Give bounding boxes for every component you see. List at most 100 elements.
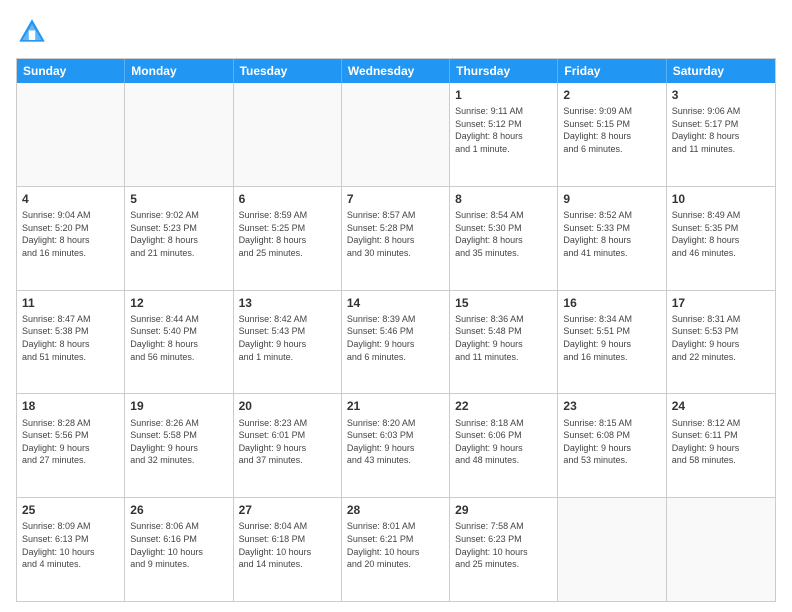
calendar-cell bbox=[125, 83, 233, 186]
calendar-cell: 16 Sunrise: 8:34 AM Sunset: 5:51 PM Dayli… bbox=[558, 291, 666, 394]
cell-info: Sunrise: 8:31 AM Sunset: 5:53 PM Dayligh… bbox=[672, 313, 770, 363]
logo bbox=[16, 16, 52, 48]
cell-info: Sunrise: 8:04 AM Sunset: 6:18 PM Dayligh… bbox=[239, 520, 336, 570]
calendar-row-5: 25 Sunrise: 8:09 AM Sunset: 6:13 PM Dayli… bbox=[17, 497, 775, 601]
cell-info: Sunrise: 9:02 AM Sunset: 5:23 PM Dayligh… bbox=[130, 209, 227, 259]
day-number: 6 bbox=[239, 191, 336, 207]
cell-info: Sunrise: 8:47 AM Sunset: 5:38 PM Dayligh… bbox=[22, 313, 119, 363]
calendar-cell: 14 Sunrise: 8:39 AM Sunset: 5:46 PM Dayli… bbox=[342, 291, 450, 394]
day-number: 13 bbox=[239, 295, 336, 311]
calendar-cell: 18 Sunrise: 8:28 AM Sunset: 5:56 PM Dayli… bbox=[17, 394, 125, 497]
day-number: 15 bbox=[455, 295, 552, 311]
day-number: 22 bbox=[455, 398, 552, 414]
calendar-cell: 26 Sunrise: 8:06 AM Sunset: 6:16 PM Dayli… bbox=[125, 498, 233, 601]
header-day-monday: Monday bbox=[125, 59, 233, 83]
day-number: 10 bbox=[672, 191, 770, 207]
cell-info: Sunrise: 8:28 AM Sunset: 5:56 PM Dayligh… bbox=[22, 417, 119, 467]
cell-info: Sunrise: 9:04 AM Sunset: 5:20 PM Dayligh… bbox=[22, 209, 119, 259]
day-number: 5 bbox=[130, 191, 227, 207]
calendar-cell: 4Sunrise: 9:04 AM Sunset: 5:20 PM Daylig… bbox=[17, 187, 125, 290]
calendar-cell: 5 Sunrise: 9:02 AM Sunset: 5:23 PM Daylig… bbox=[125, 187, 233, 290]
cell-info: Sunrise: 8:23 AM Sunset: 6:01 PM Dayligh… bbox=[239, 417, 336, 467]
calendar-cell: 10 Sunrise: 8:49 AM Sunset: 5:35 PM Dayli… bbox=[667, 187, 775, 290]
day-number: 14 bbox=[347, 295, 444, 311]
day-number: 29 bbox=[455, 502, 552, 518]
day-number: 7 bbox=[347, 191, 444, 207]
calendar-cell bbox=[342, 83, 450, 186]
cell-info: Sunrise: 8:12 AM Sunset: 6:11 PM Dayligh… bbox=[672, 417, 770, 467]
header-day-wednesday: Wednesday bbox=[342, 59, 450, 83]
day-number: 12 bbox=[130, 295, 227, 311]
header-day-friday: Friday bbox=[558, 59, 666, 83]
day-number: 8 bbox=[455, 191, 552, 207]
cell-info: Sunrise: 7:58 AM Sunset: 6:23 PM Dayligh… bbox=[455, 520, 552, 570]
logo-icon bbox=[16, 16, 48, 48]
cell-info: Sunrise: 8:54 AM Sunset: 5:30 PM Dayligh… bbox=[455, 209, 552, 259]
day-number: 18 bbox=[22, 398, 119, 414]
calendar-cell: 22Sunrise: 8:18 AM Sunset: 6:06 PM Dayli… bbox=[450, 394, 558, 497]
day-number: 24 bbox=[672, 398, 770, 414]
calendar-cell: 9 Sunrise: 8:52 AM Sunset: 5:33 PM Daylig… bbox=[558, 187, 666, 290]
calendar-cell: 1 Sunrise: 9:11 AM Sunset: 5:12 PM Daylig… bbox=[450, 83, 558, 186]
day-number: 2 bbox=[563, 87, 660, 103]
calendar-cell: 27 Sunrise: 8:04 AM Sunset: 6:18 PM Dayli… bbox=[234, 498, 342, 601]
day-number: 16 bbox=[563, 295, 660, 311]
calendar-cell: 17 Sunrise: 8:31 AM Sunset: 5:53 PM Dayli… bbox=[667, 291, 775, 394]
calendar: SundayMondayTuesdayWednesdayThursdayFrid… bbox=[16, 58, 776, 602]
calendar-row-3: 11Sunrise: 8:47 AM Sunset: 5:38 PM Dayli… bbox=[17, 290, 775, 394]
cell-info: Sunrise: 8:49 AM Sunset: 5:35 PM Dayligh… bbox=[672, 209, 770, 259]
calendar-row-1: 1 Sunrise: 9:11 AM Sunset: 5:12 PM Daylig… bbox=[17, 83, 775, 186]
day-number: 3 bbox=[672, 87, 770, 103]
cell-info: Sunrise: 8:26 AM Sunset: 5:58 PM Dayligh… bbox=[130, 417, 227, 467]
cell-info: Sunrise: 8:39 AM Sunset: 5:46 PM Dayligh… bbox=[347, 313, 444, 363]
calendar-cell bbox=[17, 83, 125, 186]
calendar-cell: 11Sunrise: 8:47 AM Sunset: 5:38 PM Dayli… bbox=[17, 291, 125, 394]
calendar-cell bbox=[558, 498, 666, 601]
calendar-cell: 8 Sunrise: 8:54 AM Sunset: 5:30 PM Daylig… bbox=[450, 187, 558, 290]
calendar-cell: 2 Sunrise: 9:09 AM Sunset: 5:15 PM Daylig… bbox=[558, 83, 666, 186]
day-number: 27 bbox=[239, 502, 336, 518]
header bbox=[16, 16, 776, 48]
day-number: 9 bbox=[563, 191, 660, 207]
calendar-cell: 20 Sunrise: 8:23 AM Sunset: 6:01 PM Dayli… bbox=[234, 394, 342, 497]
calendar-cell: 21Sunrise: 8:20 AM Sunset: 6:03 PM Dayli… bbox=[342, 394, 450, 497]
cell-info: Sunrise: 9:11 AM Sunset: 5:12 PM Dayligh… bbox=[455, 105, 552, 155]
cell-info: Sunrise: 9:06 AM Sunset: 5:17 PM Dayligh… bbox=[672, 105, 770, 155]
cell-info: Sunrise: 8:01 AM Sunset: 6:21 PM Dayligh… bbox=[347, 520, 444, 570]
cell-info: Sunrise: 8:42 AM Sunset: 5:43 PM Dayligh… bbox=[239, 313, 336, 363]
cell-info: Sunrise: 8:36 AM Sunset: 5:48 PM Dayligh… bbox=[455, 313, 552, 363]
calendar-body: 1 Sunrise: 9:11 AM Sunset: 5:12 PM Daylig… bbox=[17, 83, 775, 601]
day-number: 25 bbox=[22, 502, 119, 518]
header-day-tuesday: Tuesday bbox=[234, 59, 342, 83]
cell-info: Sunrise: 8:09 AM Sunset: 6:13 PM Dayligh… bbox=[22, 520, 119, 570]
calendar-cell: 19 Sunrise: 8:26 AM Sunset: 5:58 PM Dayli… bbox=[125, 394, 233, 497]
calendar-row-2: 4Sunrise: 9:04 AM Sunset: 5:20 PM Daylig… bbox=[17, 186, 775, 290]
cell-info: Sunrise: 8:57 AM Sunset: 5:28 PM Dayligh… bbox=[347, 209, 444, 259]
calendar-cell: 23 Sunrise: 8:15 AM Sunset: 6:08 PM Dayli… bbox=[558, 394, 666, 497]
calendar-cell: 7 Sunrise: 8:57 AM Sunset: 5:28 PM Daylig… bbox=[342, 187, 450, 290]
day-number: 20 bbox=[239, 398, 336, 414]
cell-info: Sunrise: 8:34 AM Sunset: 5:51 PM Dayligh… bbox=[563, 313, 660, 363]
day-number: 1 bbox=[455, 87, 552, 103]
cell-info: Sunrise: 8:06 AM Sunset: 6:16 PM Dayligh… bbox=[130, 520, 227, 570]
calendar-cell: 13 Sunrise: 8:42 AM Sunset: 5:43 PM Dayli… bbox=[234, 291, 342, 394]
calendar-cell: 29 Sunrise: 7:58 AM Sunset: 6:23 PM Dayli… bbox=[450, 498, 558, 601]
day-number: 17 bbox=[672, 295, 770, 311]
cell-info: Sunrise: 8:15 AM Sunset: 6:08 PM Dayligh… bbox=[563, 417, 660, 467]
calendar-cell: 6Sunrise: 8:59 AM Sunset: 5:25 PM Daylig… bbox=[234, 187, 342, 290]
calendar-cell: 12 Sunrise: 8:44 AM Sunset: 5:40 PM Dayli… bbox=[125, 291, 233, 394]
cell-info: Sunrise: 9:09 AM Sunset: 5:15 PM Dayligh… bbox=[563, 105, 660, 155]
calendar-cell: 25 Sunrise: 8:09 AM Sunset: 6:13 PM Dayli… bbox=[17, 498, 125, 601]
day-number: 26 bbox=[130, 502, 227, 518]
header-day-sunday: Sunday bbox=[17, 59, 125, 83]
day-number: 23 bbox=[563, 398, 660, 414]
day-number: 19 bbox=[130, 398, 227, 414]
cell-info: Sunrise: 8:44 AM Sunset: 5:40 PM Dayligh… bbox=[130, 313, 227, 363]
calendar-cell bbox=[667, 498, 775, 601]
calendar-row-4: 18 Sunrise: 8:28 AM Sunset: 5:56 PM Dayli… bbox=[17, 393, 775, 497]
calendar-header: SundayMondayTuesdayWednesdayThursdayFrid… bbox=[17, 59, 775, 83]
calendar-cell bbox=[234, 83, 342, 186]
day-number: 21 bbox=[347, 398, 444, 414]
cell-info: Sunrise: 8:52 AM Sunset: 5:33 PM Dayligh… bbox=[563, 209, 660, 259]
calendar-cell: 15 Sunrise: 8:36 AM Sunset: 5:48 PM Dayli… bbox=[450, 291, 558, 394]
